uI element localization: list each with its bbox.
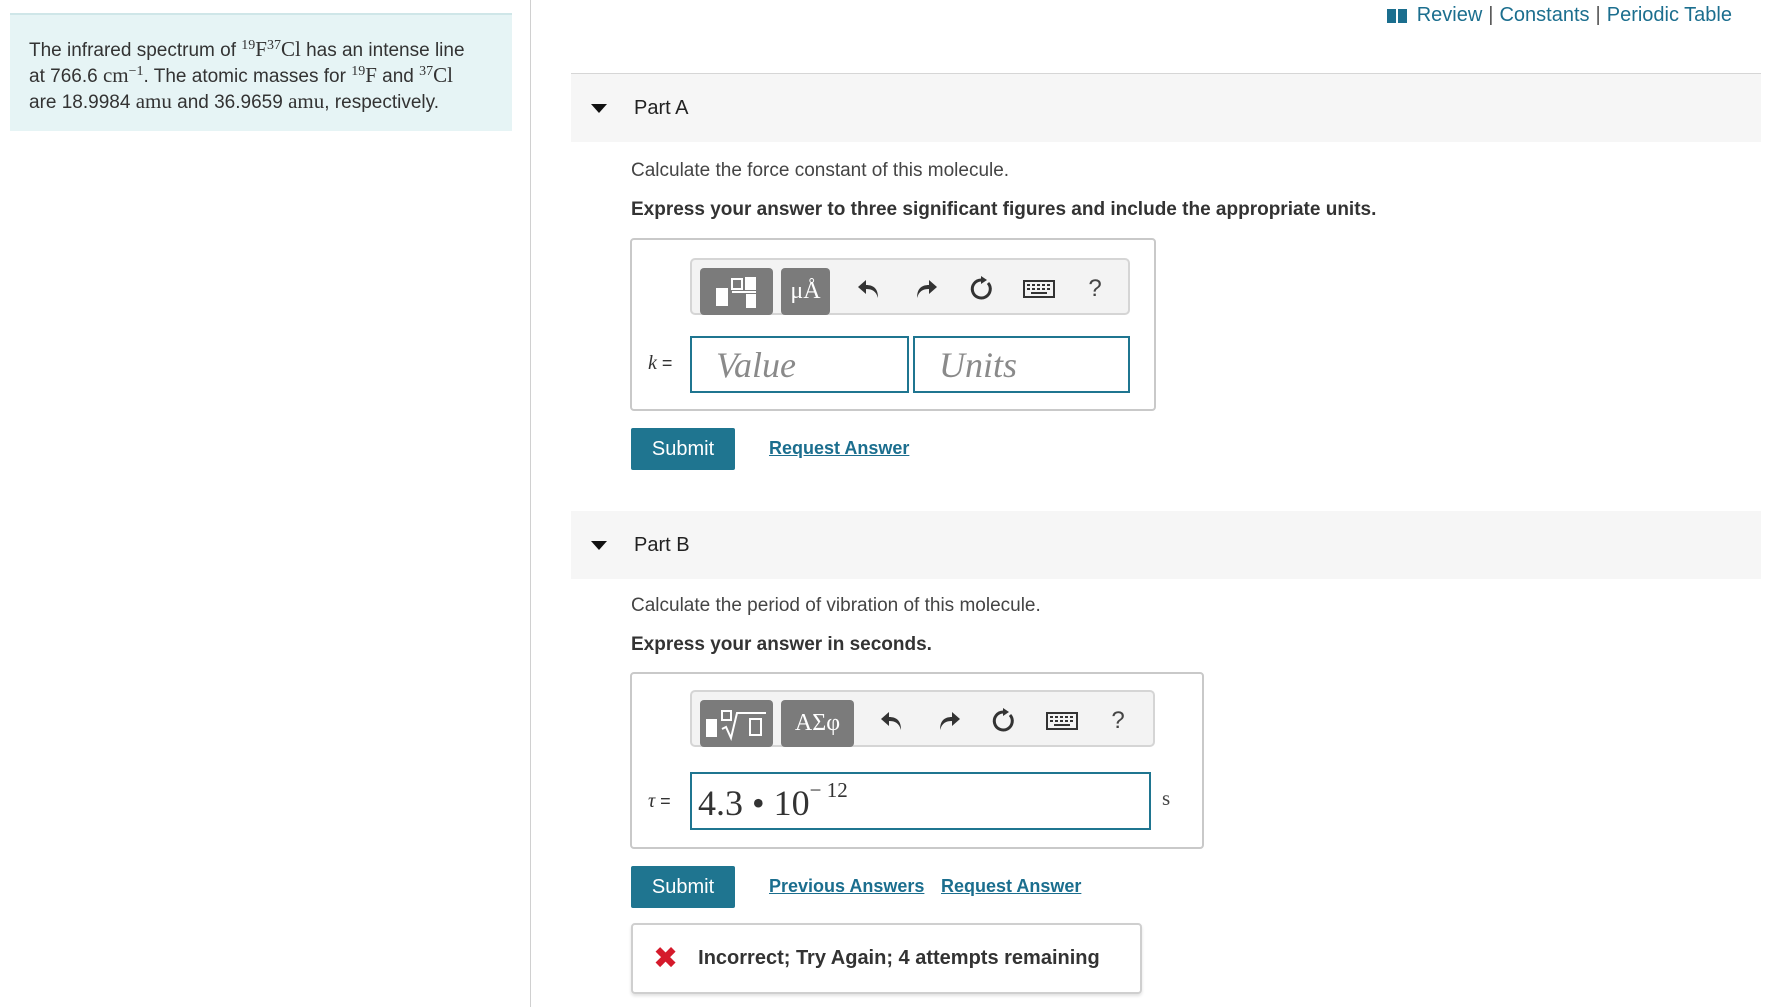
part-b-variable-label: τ = [648, 790, 671, 812]
problem-text: has an intense line [306, 40, 465, 61]
templates-radical-icon [705, 709, 766, 741]
units-field[interactable] [913, 336, 1130, 393]
reset-icon[interactable] [986, 704, 1020, 738]
part-a-header[interactable]: Part A [571, 74, 1761, 142]
problem-text: at 766.6 [29, 66, 98, 87]
problem-text: , respectively. [324, 92, 439, 113]
part-a-request-answer-link[interactable]: Request Answer [769, 438, 909, 459]
undo-icon[interactable] [875, 704, 909, 738]
templates-icon [715, 276, 756, 308]
part-a-title: Part A [634, 96, 689, 119]
templates-radical-button[interactable] [700, 700, 773, 747]
part-a-toolbar: μÅ ? [690, 258, 1130, 315]
part-a-answer-box: μÅ ? k = [630, 238, 1156, 411]
part-b-instruction: Express your answer in seconds. [631, 634, 932, 655]
value-input[interactable] [692, 338, 907, 391]
previous-answers-link[interactable]: Previous Answers [769, 876, 924, 897]
molecule-formula: 19F37Cl [241, 37, 301, 61]
book-icon [1386, 8, 1407, 24]
part-a-instruction: Express your answer to three significant… [631, 199, 1377, 220]
units-input[interactable] [915, 338, 1128, 391]
isotope-cl: 37Cl [419, 63, 453, 87]
resource-links: Review | Constants | Periodic Table [1386, 4, 1732, 27]
value-field[interactable] [690, 336, 909, 393]
problem-text: are 18.9984 [29, 92, 131, 113]
part-b-request-answer-link[interactable]: Request Answer [941, 876, 1081, 897]
collapse-caret-icon[interactable] [591, 540, 607, 550]
answer-field[interactable]: 4.3 • 10− 12 [690, 772, 1151, 830]
answer-value: 4.3 • 10− 12 [698, 778, 848, 823]
problem-text: and [382, 66, 414, 87]
problem-text: and 36.9659 [177, 92, 283, 113]
isotope-f: 19F [351, 63, 377, 87]
mass-unit: amu [135, 89, 172, 113]
feedback-text: Incorrect; Try Again; 4 attempts remaini… [698, 947, 1100, 969]
part-b-question: Calculate the period of vibration of thi… [631, 595, 1041, 616]
mass-unit: amu [288, 89, 325, 113]
part-b-header[interactable]: Part B [571, 511, 1761, 579]
part-b-title: Part B [634, 533, 690, 556]
left-panel: The infrared spectrum of 19F37Cl has an … [0, 0, 531, 1007]
problem-statement: The infrared spectrum of 19F37Cl has an … [10, 13, 512, 131]
link-separator: | [1595, 4, 1601, 26]
templates-button[interactable] [700, 268, 773, 315]
undo-icon[interactable] [852, 272, 886, 306]
reset-icon[interactable] [964, 272, 998, 306]
part-b-submit-button[interactable]: Submit [631, 866, 735, 908]
part-a-variable-label: k = [648, 352, 673, 374]
keyboard-icon[interactable] [1043, 704, 1081, 738]
periodic-table-link[interactable]: Periodic Table [1607, 4, 1732, 27]
help-button[interactable]: ? [1078, 272, 1112, 306]
problem-text: The infrared spectrum of [29, 40, 236, 61]
part-b-answer-box: ΑΣφ ? τ = 4.3 • 10− 12 s [630, 672, 1204, 849]
link-separator: | [1488, 4, 1494, 26]
collapse-caret-icon[interactable] [591, 103, 607, 113]
symbols-button[interactable]: ΑΣφ [781, 700, 854, 747]
units-button[interactable]: μÅ [781, 268, 830, 315]
part-a-submit-button[interactable]: Submit [631, 428, 735, 470]
problem-text: . The atomic masses for [143, 66, 346, 87]
keyboard-icon[interactable] [1020, 272, 1058, 306]
part-a-question: Calculate the force constant of this mol… [631, 160, 1010, 181]
part-b-toolbar: ΑΣφ ? [690, 690, 1155, 747]
wavenumber-unit: cm−1 [102, 63, 144, 87]
feedback-box: ✖ Incorrect; Try Again; 4 attempts remai… [631, 923, 1142, 994]
redo-icon[interactable] [909, 272, 943, 306]
unit-suffix: s [1162, 786, 1171, 810]
help-button[interactable]: ? [1101, 704, 1135, 738]
x-icon: ✖ [653, 940, 679, 976]
constants-link[interactable]: Constants [1499, 4, 1589, 27]
review-link[interactable]: Review [1417, 4, 1483, 27]
redo-icon[interactable] [932, 704, 966, 738]
